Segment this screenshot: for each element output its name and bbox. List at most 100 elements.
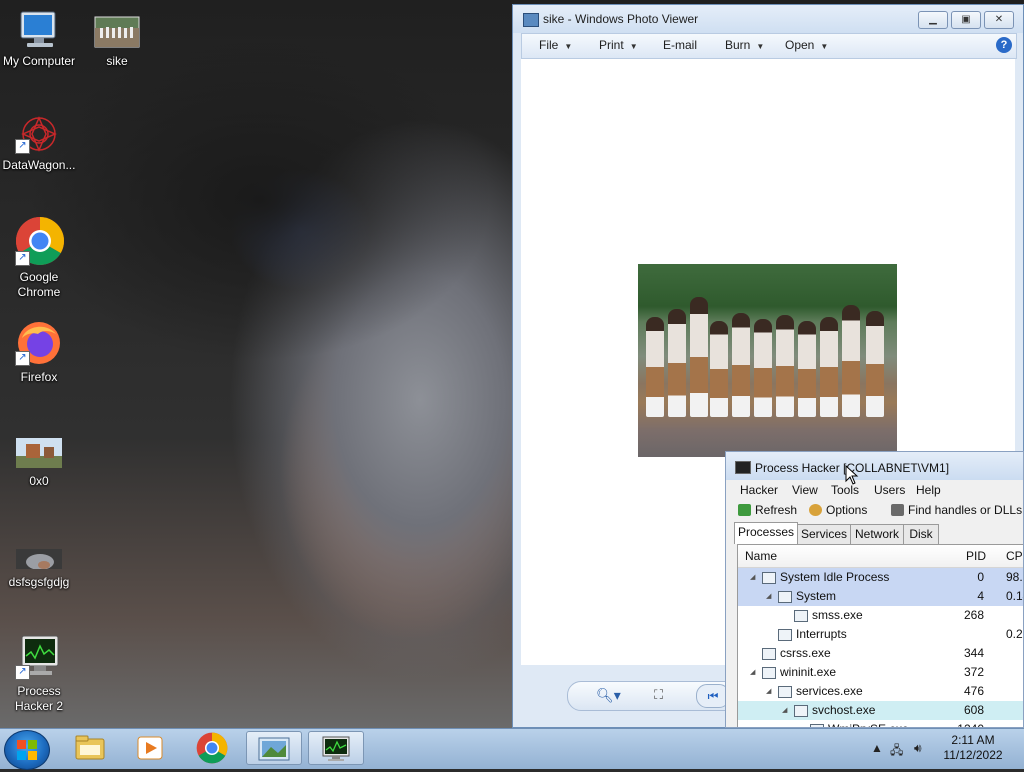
menu-tools[interactable]: Tools: [831, 483, 859, 497]
tab-disk[interactable]: Disk: [903, 524, 939, 544]
media-player-icon: [137, 736, 163, 760]
taskbar-process-hacker-button[interactable]: [308, 731, 364, 765]
process-icon: [778, 686, 792, 698]
table-row[interactable]: Interrupts 0.27: [738, 625, 1023, 644]
table-row[interactable]: ◢ System 4 0.14: [738, 587, 1023, 606]
shortcut-arrow-icon: ↗: [15, 351, 30, 366]
desktop-icon-firefox[interactable]: ↗ Firefox: [0, 320, 81, 385]
chevron-down-icon: ▼: [820, 42, 829, 51]
table-row[interactable]: ◢ svchost.exe 608: [738, 701, 1023, 720]
tab-network[interactable]: Network: [850, 524, 904, 544]
refresh-button[interactable]: Refresh: [738, 503, 797, 517]
image-thumbnail-icon: [15, 549, 63, 571]
process-hacker-titlebar[interactable]: Process Hacker [COLLABNET\VM1]: [726, 452, 1023, 480]
taskbar-chrome-button[interactable]: [184, 731, 240, 765]
expand-icon[interactable]: ◢: [766, 682, 771, 701]
process-hacker-menubar: Hacker View Tools Users Help: [726, 480, 1023, 500]
shortcut-arrow-icon: ↗: [15, 251, 30, 266]
expand-icon[interactable]: ◢: [750, 663, 755, 682]
zoom-icon[interactable]: 🔍︎▾: [596, 687, 621, 704]
system-clock[interactable]: 2:11 AM 11/12/2022: [938, 733, 1008, 763]
options-button[interactable]: Options: [809, 503, 867, 517]
desktop-icon-dsfsgsfgdjg[interactable]: dsfsgsfgdjg: [0, 549, 81, 590]
desktop-icon-label: My Computer: [2, 54, 76, 68]
menu-file[interactable]: File ▼: [539, 38, 572, 52]
volume-icon[interactable]: 🔊︎: [914, 741, 922, 756]
menu-print[interactable]: Print ▼: [599, 38, 638, 52]
tab-processes[interactable]: Processes: [734, 522, 798, 544]
column-cpu[interactable]: CPU: [1006, 549, 1023, 563]
table-row[interactable]: csrss.exe 344: [738, 644, 1023, 663]
binoculars-icon: [891, 504, 904, 516]
photo-viewer-navigation-bar: 🔍︎▾ ⛶ ⏮: [567, 681, 739, 711]
table-row[interactable]: ◢ services.exe 476: [738, 682, 1023, 701]
actual-size-icon[interactable]: ⛶: [654, 687, 663, 703]
image-thumbnail-icon: [15, 438, 63, 470]
menu-open[interactable]: Open ▼: [785, 38, 828, 52]
menu-view[interactable]: View: [792, 483, 818, 497]
process-hacker-icon: [322, 736, 350, 761]
desktop-icon-label: Google Chrome: [17, 270, 61, 299]
photo-viewer-app-icon: [523, 13, 539, 27]
refresh-icon: [738, 504, 751, 516]
desktop-icon-sike[interactable]: sike: [75, 16, 159, 69]
desktop-icon-process-hacker-2[interactable]: ↗ Process Hacker 2: [0, 634, 81, 714]
chrome-icon: ↗: [15, 216, 65, 266]
folder-icon: [75, 735, 105, 760]
menu-hacker[interactable]: Hacker: [740, 483, 778, 497]
tab-services[interactable]: Services: [797, 524, 851, 544]
expand-icon[interactable]: ◢: [750, 568, 755, 587]
menu-burn[interactable]: Burn ▼: [725, 38, 764, 52]
desktop-icon-label: Firefox: [20, 370, 58, 384]
column-pid[interactable]: PID: [966, 549, 986, 563]
table-row[interactable]: smss.exe 268: [738, 606, 1023, 625]
menu-help[interactable]: Help: [916, 483, 941, 497]
photo-viewer-command-bar: File ▼ Print ▼ E-mail Burn ▼ Open ▼ ?: [521, 33, 1017, 59]
desktop-icon-label: 0x0: [29, 474, 49, 488]
table-row[interactable]: ◢ System Idle Process 0 98.85: [738, 568, 1023, 587]
column-name[interactable]: Name: [745, 549, 777, 563]
taskbar-explorer-button[interactable]: [62, 731, 118, 765]
network-icon[interactable]: 🖧: [890, 741, 903, 762]
expand-icon[interactable]: ◢: [766, 587, 771, 606]
displayed-photo: [638, 264, 897, 457]
shortcut-arrow-icon: ↗: [15, 139, 30, 154]
restore-icon: ▣: [961, 14, 971, 25]
process-icon: [778, 591, 792, 603]
desktop-icon-my-computer[interactable]: My Computer: [0, 10, 81, 69]
minimize-button[interactable]: ▁: [918, 11, 948, 29]
menu-users[interactable]: Users: [874, 483, 905, 497]
close-button[interactable]: ✕: [984, 11, 1014, 29]
taskbar-media-player-button[interactable]: [122, 731, 178, 765]
show-hidden-icons-icon[interactable]: ▲: [871, 741, 883, 755]
photo-viewer-titlebar[interactable]: sike - Windows Photo Viewer ▁ ▣ ✕: [513, 5, 1023, 33]
menu-email[interactable]: E-mail: [663, 38, 697, 52]
photo-viewer-icon: [258, 737, 290, 761]
start-button[interactable]: [4, 730, 50, 770]
help-icon[interactable]: ?: [996, 37, 1012, 53]
desktop-icon-label: dsfsgsfgdjg: [8, 575, 70, 589]
mouse-cursor-icon: [845, 465, 859, 485]
desktop-icon-google-chrome[interactable]: ↗ Google Chrome: [0, 216, 81, 300]
datawagon-icon: ↗: [15, 114, 63, 154]
desktop-icon-label: DataWagon...: [2, 158, 76, 172]
desktop-icon-label: sike: [106, 54, 128, 68]
clock-time: 2:11 AM: [951, 733, 995, 747]
minimize-icon: ▁: [929, 14, 937, 25]
expand-icon[interactable]: ◢: [782, 701, 787, 720]
firefox-icon: ↗: [15, 320, 63, 366]
find-handles-button[interactable]: Find handles or DLLs: [891, 503, 1022, 517]
taskbar-photo-viewer-button[interactable]: [246, 731, 302, 765]
table-row[interactable]: ◢ wininit.exe 372: [738, 663, 1023, 682]
process-tree-header: Name PID CPU: [738, 545, 1023, 568]
chevron-down-icon: ▼: [629, 42, 638, 51]
process-icon: [762, 667, 776, 679]
computer-icon: [15, 10, 63, 50]
desktop-icon-0x0[interactable]: 0x0: [0, 438, 81, 489]
process-hacker-app-icon: [735, 461, 751, 474]
maximize-button[interactable]: ▣: [951, 11, 981, 29]
desktop-icon-datawagon[interactable]: ↗ DataWagon...: [0, 114, 81, 173]
process-hacker-window: Process Hacker [COLLABNET\VM1] Hacker Vi…: [725, 451, 1024, 728]
table-row[interactable]: WmiPrvSE.exe 1240: [738, 720, 1023, 727]
process-icon: [794, 610, 808, 622]
